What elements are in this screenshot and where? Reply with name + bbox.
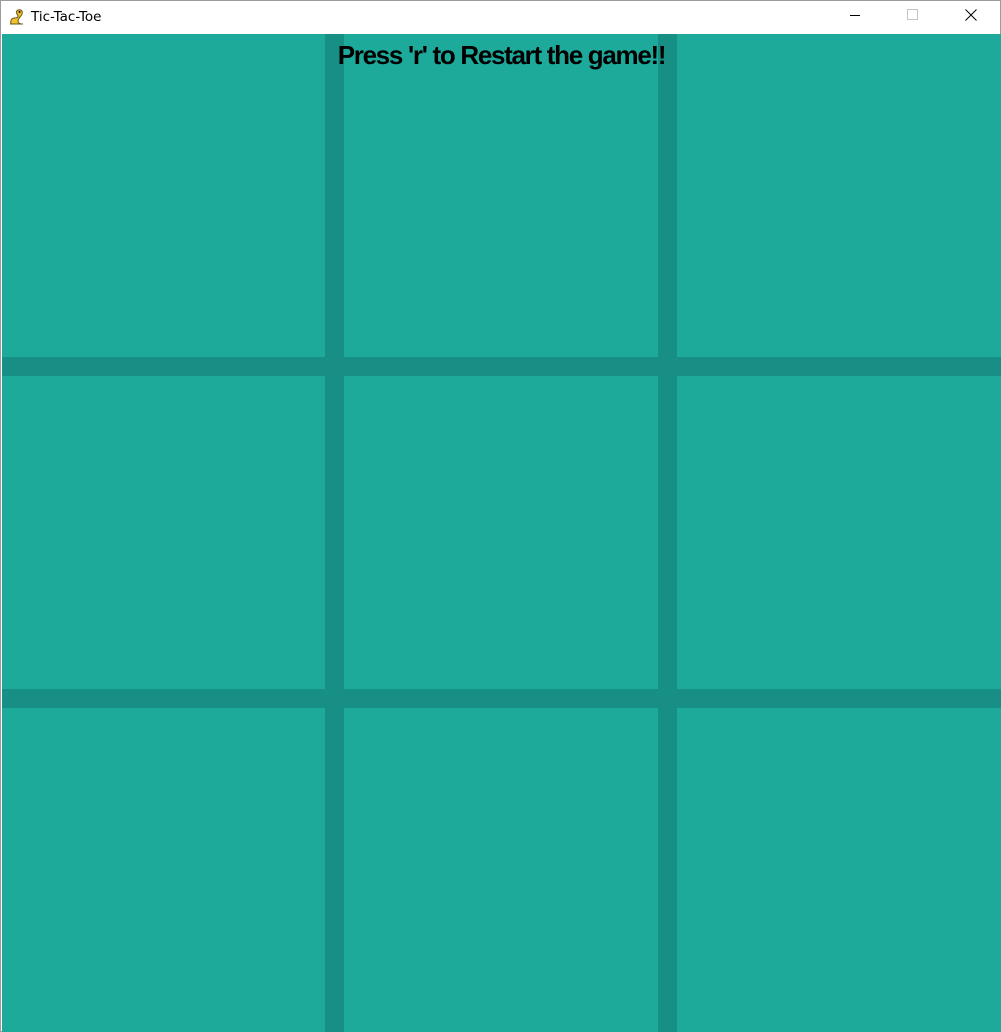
game-board: Press 'r' to Restart the game!!: [2, 34, 1001, 1032]
board-cell-r3-c1[interactable]: [2, 708, 325, 1032]
maximize-icon: [907, 8, 919, 26]
board-cell-r2-c3[interactable]: [677, 376, 1001, 689]
window-title: Tic-Tac-Toe: [31, 9, 102, 25]
board-cell-r1-c1[interactable]: [2, 34, 325, 357]
board-cell-r3-c3[interactable]: [677, 708, 1001, 1032]
close-icon: [965, 8, 977, 26]
pygame-snake-icon: [7, 8, 25, 26]
restart-message: Press 'r' to Restart the game!!: [337, 40, 667, 70]
grid-line-vertical-1: [325, 34, 344, 1032]
board-cell-r2-c1[interactable]: [2, 376, 325, 689]
title-bar[interactable]: Tic-Tac-Toe: [1, 1, 1000, 33]
board-cell-r3-c2[interactable]: [344, 708, 658, 1032]
close-button[interactable]: [948, 1, 994, 33]
game-window: Tic-Tac-Toe Press 'r' to Restart the gam…: [0, 0, 1001, 1032]
minimize-button[interactable]: [832, 1, 878, 33]
grid-line-vertical-2: [658, 34, 677, 1032]
board-cell-r1-c2[interactable]: [344, 34, 658, 357]
board-cell-r1-c3[interactable]: [677, 34, 1001, 357]
grid-line-horizontal-1: [2, 357, 1001, 376]
maximize-button[interactable]: [890, 1, 936, 33]
minimize-icon: [849, 8, 861, 26]
board-cell-r2-c2[interactable]: [344, 376, 658, 689]
grid-line-horizontal-2: [2, 689, 1001, 708]
